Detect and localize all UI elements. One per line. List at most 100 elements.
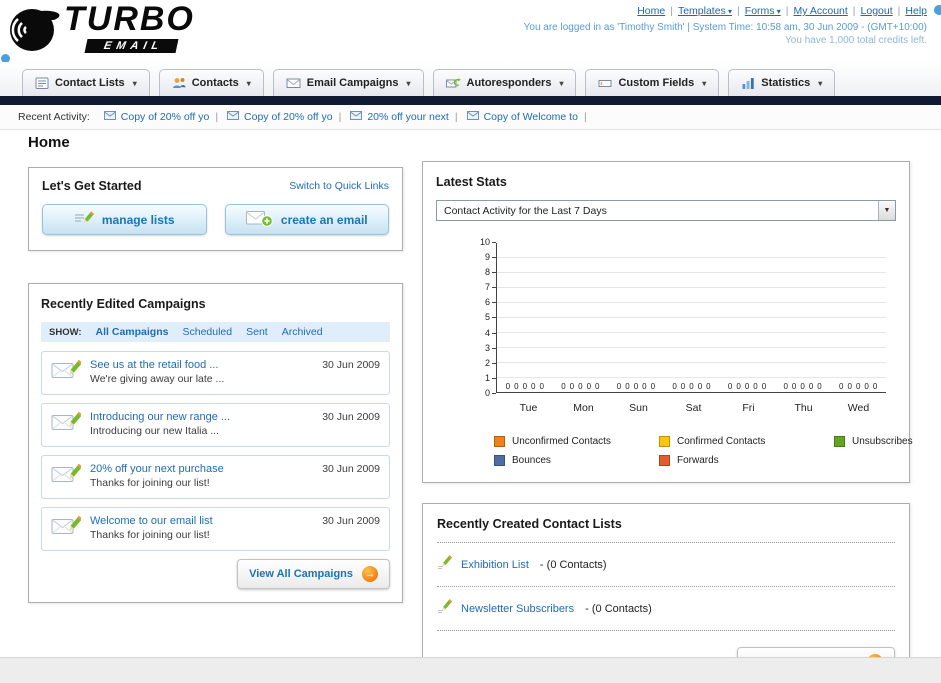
nav-tab-custom-fields[interactable]: Custom Fields ▾ [585,69,720,96]
divider [437,586,895,587]
campaign-date: 30 Jun 2009 [322,515,380,527]
separator: | [454,111,458,123]
legend-label: Confirmed Contacts [677,436,766,447]
show-label: SHOW: [49,326,82,338]
campaign-title-link[interactable]: See us at the retail food ... [90,359,313,371]
chart-plot-area: 00000000000000000000000000000000000 [496,243,886,393]
value-label: 0 [808,382,814,391]
filter-scheduled[interactable]: Scheduled [182,326,232,338]
separator: | [737,5,740,17]
campaign-row[interactable]: See us at the retail food ... We're givin… [41,351,390,395]
y-axis-label: 4 [480,328,497,338]
campaign-text: Welcome to our email list Thanks for join… [90,515,313,541]
legend-swatch [494,436,505,447]
create-email-button[interactable]: create an email [224,204,389,235]
view-all-campaigns-label: View All Campaigns [249,568,353,580]
value-label: 0 [727,382,733,391]
contact-list-item[interactable]: Newsletter Subscribers - (0 Contacts) [437,596,895,621]
value-label: 0 [642,382,647,391]
statistics-icon [741,76,755,90]
y-axis-label: 3 [480,343,497,353]
nav-tab-contact-lists[interactable]: Contact Lists ▾ [22,69,150,96]
value-label: 0 [847,382,852,391]
create-email-label: create an email [280,212,368,227]
right-column: Latest Stats Contact Activity for the La… [422,161,913,683]
manage-lists-button[interactable]: manage lists [42,204,207,235]
chart-value-labels: 00000000000000000000000000000000000 [497,382,886,391]
recent-activity-link[interactable]: Copy of 20% off yo [121,111,210,123]
app-logo: TURBO EMAIL [8,2,195,54]
contacts-icon [172,76,186,90]
campaigns-title: Recently Edited Campaigns [41,297,206,311]
legend-swatch [659,455,670,466]
top-link-templates[interactable]: Templates ▾ [678,5,732,17]
y-axis-label: 7 [480,283,497,292]
x-axis-label: Mon [573,402,594,414]
value-label: 0 [616,382,622,391]
left-column: Let's Get Started Switch to Quick Links [28,167,403,603]
view-all-campaigns-button[interactable]: View All Campaigns → [237,559,390,589]
value-label: 0 [855,382,861,391]
campaign-list: See us at the retail food ... We're givin… [41,351,390,551]
y-axis-label: 0 [480,388,497,398]
recent-activity-item[interactable]: Copy of Welcome to [466,111,578,123]
chevron-down-icon: ▾ [774,7,781,16]
get-started-panel: Let's Get Started Switch to Quick Links [28,167,403,251]
recent-activity-item[interactable]: Copy of 20% off yo [103,111,210,123]
y-axis-label: 2 [480,358,497,368]
chart-legend: Unconfirmed Contacts Confirmed Contacts Un… [494,436,913,466]
campaign-row[interactable]: Introducing our new range ... Introducing… [41,403,390,447]
top-link-logout[interactable]: Logout [861,5,893,17]
nav-tab-autoresponders[interactable]: Autoresponders ▾ [432,69,577,96]
chevron-down-icon: ▾ [818,78,823,88]
switch-quick-links-link[interactable]: Switch to Quick Links [289,180,389,192]
recent-activity-link[interactable]: Copy of Welcome to [484,111,578,123]
divider [437,630,895,631]
value-label: 0 [736,382,741,391]
value-labels-group: 00000 [608,382,664,391]
top-link-help[interactable]: Help [905,5,927,17]
contact-list-items: Exhibition List - (0 Contacts) Newsletter… [437,552,895,631]
legend-swatch [659,436,670,447]
chart-x-axis: Tue Mon Sun Sat Fri Thu Wed [501,402,886,414]
top-link-home[interactable]: Home [637,5,665,17]
header-right: Home | Templates ▾ | Forms ▾ | My Account | Logo… [524,5,927,46]
campaign-title-link[interactable]: Introducing our new range ... [90,411,313,423]
filter-all-campaigns[interactable]: All Campaigns [96,326,169,338]
top-link-my-account[interactable]: My Account [794,5,848,17]
contact-list-item[interactable]: Exhibition List - (0 Contacts) [437,552,895,577]
value-label: 0 [872,382,878,391]
value-label: 0 [753,382,758,391]
campaign-subtitle: Introducing our new Italia ... [90,425,219,437]
campaign-title-link[interactable]: 20% off your next purchase [90,463,313,475]
value-labels-group: 00000 [553,382,609,391]
recent-activity-item[interactable]: 20% off your next [350,111,449,123]
nav-tab-contacts[interactable]: Contacts ▾ [158,69,264,96]
value-label: 0 [539,382,544,391]
x-axis-label: Sat [685,402,702,414]
x-axis-label: Fri [742,402,755,414]
contact-activity-chart: 10 9 8 7 6 5 4 3 2 1 0 000000000000000000000000000… [480,238,886,398]
stats-title: Latest Stats [436,175,507,189]
value-label: 0 [505,382,511,391]
campaign-row[interactable]: Welcome to our email list Thanks for join… [41,507,390,551]
contact-list-link[interactable]: Exhibition List [461,559,529,571]
stats-period-select[interactable]: Contact Activity for the Last 7 Days ▼ [436,200,896,221]
filter-archived[interactable]: Archived [282,326,323,338]
campaign-title-link[interactable]: Welcome to our email list [90,515,313,527]
recent-activity-item[interactable]: Copy of 20% off yo [227,111,333,123]
top-link-forms[interactable]: Forms ▾ [745,5,781,17]
campaign-row[interactable]: 20% off your next purchase Thanks for joi… [41,455,390,499]
value-label: 0 [800,382,805,391]
filter-sent[interactable]: Sent [246,326,268,338]
recent-activity-link[interactable]: Copy of 20% off yo [244,111,333,123]
value-label: 0 [672,382,677,391]
value-label: 0 [569,382,575,391]
nav-tab-statistics[interactable]: Statistics ▾ [728,69,836,96]
campaign-filterbar: SHOW: All Campaigns Scheduled Sent Archived [41,322,390,342]
recent-activity-link[interactable]: 20% off your next [367,111,449,123]
nav-tab-email-campaigns[interactable]: Email Campaigns ▾ [272,69,424,96]
legend-item: Unconfirmed Contacts [494,436,659,447]
contact-list-link[interactable]: Newsletter Subscribers [461,603,574,615]
envelope-pencil-icon [51,411,83,438]
